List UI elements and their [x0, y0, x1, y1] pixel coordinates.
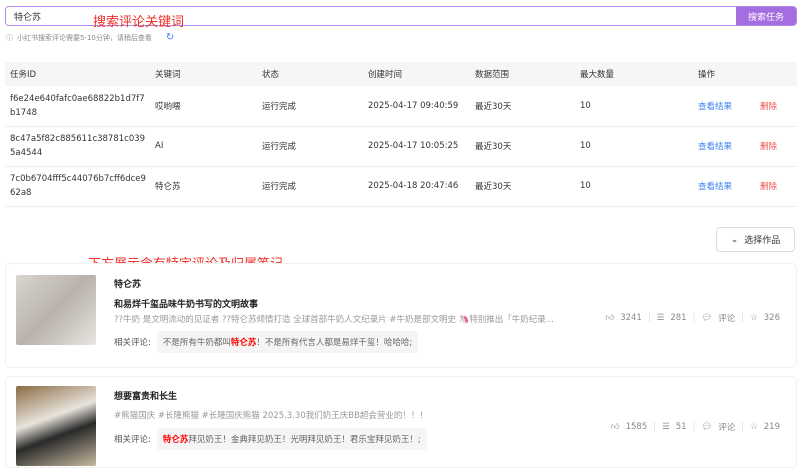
created: 2025-04-18 20:47:46 [363, 166, 470, 207]
range: 最近30天 [470, 86, 575, 127]
col-actions: 操作 [693, 62, 797, 86]
comment-text: 拜见奶王！金典拜见奶王！光明拜见奶王！君乐宝拜见奶王！; [188, 435, 421, 445]
view-result-link[interactable]: 查看结果 [698, 142, 732, 152]
related-comment: 相关评论: 不是所有牛奶都叫特仑苏！不是所有代言人都是易烊千玺！哈哈哈; [114, 331, 419, 353]
created: 2025-04-17 10:05:25 [363, 126, 470, 167]
like-icon: 👍︎ [610, 422, 620, 432]
keyword: 哎哟喂 [150, 86, 257, 127]
comment-icon: 💬︎ [701, 422, 713, 432]
stars: 219 [763, 422, 780, 432]
status: 运行完成 [257, 86, 363, 127]
col-id: 任务ID [5, 62, 150, 86]
list-icon: ☰ [656, 313, 665, 323]
view-result-link[interactable]: 查看结果 [698, 182, 732, 192]
chevron-down-icon: ⌄ [730, 234, 739, 245]
col-max: 最大数量 [575, 62, 693, 86]
related-comment: 相关评论: 特仑苏拜见奶王！金典拜见奶王！光明拜见奶王！君乐宝拜见奶王！; [114, 428, 427, 450]
related-label: 相关评论: [114, 338, 151, 348]
collects: 281 [670, 313, 687, 323]
note-thumbnail[interactable] [16, 275, 96, 345]
comment-label[interactable]: 评论 [718, 421, 735, 433]
likes: 3241 [620, 313, 642, 323]
note-card[interactable]: 想要富贵和长生 #熊猫国庆 #长隆熊猫 #长隆国庆熊猫 2025.3.30我们奶… [5, 376, 797, 468]
range: 最近30天 [470, 166, 575, 207]
note-card[interactable]: 特仑苏 和易烊千玺品味牛奶书写的文明故事 ??牛奶 是文明流动的见证者 ??特仑… [5, 263, 797, 368]
max: 10 [575, 86, 693, 127]
delete-link[interactable]: 删除 [760, 182, 777, 192]
comment-highlight: 特仑苏 [162, 435, 189, 445]
table-row: 8c47a5f82c885611c38781c0395a4544 AI 运行完成… [5, 126, 797, 167]
status: 运行完成 [257, 166, 363, 207]
comment-icon: 💬︎ [701, 313, 713, 323]
range: 最近30天 [470, 126, 575, 167]
task-id: 7c0b6704fff5c44076b7cff6dce962a8 [5, 166, 150, 207]
table-row: 7c0b6704fff5c44076b7cff6dce962a8 特仑苏 运行完… [5, 166, 797, 207]
comment-box: 不是所有牛奶都叫特仑苏！不是所有代言人都是易烊千玺！哈哈哈; [156, 331, 419, 353]
related-label: 相关评论: [114, 435, 151, 445]
keyword: AI [150, 126, 257, 167]
note-title[interactable]: 想要富贵和长生 [114, 389, 177, 402]
select-work-button[interactable]: ⌄ 选择作品 [716, 227, 795, 252]
question-icon: ⓘ [6, 33, 13, 42]
task-id: 8c47a5f82c885611c38781c0395a4544 [5, 126, 150, 167]
note-desc: ??牛奶 是文明流动的见证者 ??特仑苏倾情打造 全球首部牛奶人文纪录片 #牛奶… [114, 315, 554, 325]
search-task-button[interactable]: 搜索任务 [736, 7, 796, 25]
comment-highlight: 特仑苏 [230, 338, 257, 348]
refresh-icon[interactable]: ↻ [166, 32, 174, 43]
delete-link[interactable]: 删除 [760, 102, 777, 112]
collects: 51 [675, 422, 687, 432]
delete-link[interactable]: 删除 [760, 142, 777, 152]
col-keyword: 关键词 [150, 62, 257, 86]
comment-text: ！不是所有代言人都是易烊千玺！哈哈哈; [256, 338, 413, 348]
note-stats: 👍︎ 3241 | ☰ 281 | 💬︎ 评论 | ☆ 326 [605, 312, 780, 324]
status: 运行完成 [257, 126, 363, 167]
col-created: 创建时间 [363, 62, 470, 86]
note-author: 特仑苏 [114, 280, 142, 290]
table-row: f6e24e640fafc0ae68822b1d7f7b1748 哎哟喂 运行完… [5, 86, 797, 127]
comment-label[interactable]: 评论 [718, 312, 735, 324]
keyword: 特仑苏 [150, 166, 257, 207]
select-work-label: 选择作品 [744, 236, 781, 246]
col-status: 状态 [257, 62, 363, 86]
hint-text: 小红书搜索评论需要5-10分钟，请稍后查看 [17, 33, 152, 42]
view-result-link[interactable]: 查看结果 [698, 102, 732, 112]
note-stats: 👍︎ 1585 | ☰ 51 | 💬︎ 评论 | ☆ 219 [610, 421, 780, 433]
search-annotation: 搜索评论关键词 [93, 15, 185, 30]
created: 2025-04-17 09:40:59 [363, 86, 470, 127]
likes: 1585 [625, 422, 648, 432]
like-icon: 👍︎ [605, 313, 615, 323]
col-range: 数据范围 [470, 62, 575, 86]
comment-text: 不是所有牛奶都叫 [162, 338, 231, 348]
note-title[interactable]: 和易烊千玺品味牛奶书写的文明故事 [114, 297, 258, 310]
note-desc: #熊猫国庆 #长隆熊猫 #长隆国庆熊猫 2025.3.30我们奶王庆BB超会营业… [114, 411, 428, 421]
star-icon: ☆ [750, 422, 758, 432]
task-table: 任务ID 关键词 状态 创建时间 数据范围 最大数量 操作 f6e24e640f… [5, 62, 797, 207]
list-icon: ☰ [662, 422, 670, 432]
stars: 326 [763, 313, 780, 323]
max: 10 [575, 166, 693, 207]
hint: ⓘ 小红书搜索评论需要5-10分钟，请稍后查看 ↻ [6, 32, 174, 43]
comment-box: 特仑苏拜见奶王！金典拜见奶王！光明拜见奶王！君乐宝拜见奶王！; [156, 428, 427, 450]
note-thumbnail[interactable] [16, 386, 96, 466]
max: 10 [575, 126, 693, 167]
star-icon: ☆ [750, 313, 758, 323]
task-id: f6e24e640fafc0ae68822b1d7f7b1748 [5, 86, 150, 127]
